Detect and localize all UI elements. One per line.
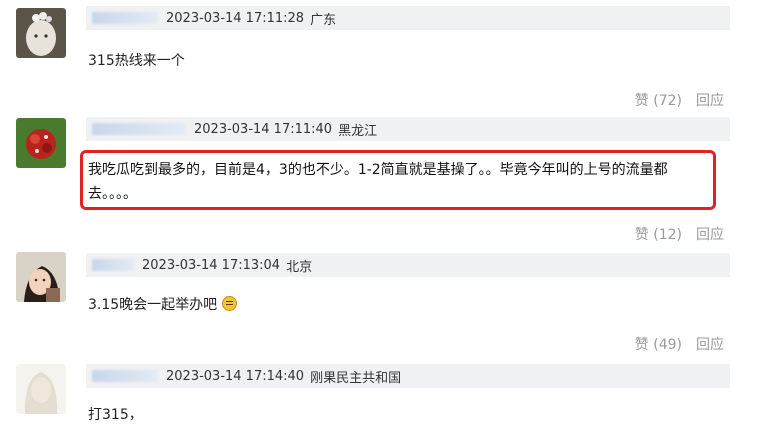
comment-timestamp: 2023-03-14 17:14:40 (166, 368, 305, 384)
comment-text: 315热线来一个 (88, 53, 185, 69)
user-avatar[interactable] (16, 118, 66, 168)
user-avatar[interactable] (16, 252, 66, 302)
comment-location: 刚果民主共和国 (310, 370, 402, 386)
comment-text: 打315， (88, 407, 143, 423)
comment-header: 2023-03-14 17:13:04 北京 (86, 253, 730, 277)
username[interactable] (92, 12, 158, 24)
reply-button[interactable]: 回应 (696, 334, 724, 354)
comment-actions: 赞 (12) 回应 (635, 224, 724, 244)
comment-header: 2023-03-14 17:11:40 黑龙江 (86, 117, 730, 141)
comment-header: 2023-03-14 17:14:40 刚果民主共和国 (86, 364, 730, 388)
username[interactable] (92, 259, 134, 271)
user-avatar[interactable] (16, 364, 66, 414)
comment-timestamp: 2023-03-14 17:11:40 (194, 121, 333, 137)
comment-actions: 赞 (49) 回应 (635, 334, 724, 354)
comment-timestamp: 2023-03-14 17:11:28 (166, 10, 305, 26)
reply-button[interactable]: 回应 (696, 224, 724, 244)
grimace-emoji-icon (221, 296, 237, 311)
comment-text-row: 3.15晚会一起举办吧 (88, 294, 237, 314)
comment-actions: 赞 (72) 回应 (635, 90, 724, 110)
comment-text: 3.15晚会一起举办吧 (88, 297, 218, 313)
like-button[interactable]: 赞 (72) (635, 90, 682, 110)
comment-location: 北京 (286, 259, 313, 275)
username[interactable] (92, 123, 186, 135)
comment-location: 黑龙江 (338, 123, 378, 139)
comment-text: 我吃瓜吃到最多的，目前是4，3的也不少。1-2简直就是基操了。。毕竟今年叫的上号… (88, 162, 668, 202)
like-button[interactable]: 赞 (12) (635, 224, 682, 244)
comment-timestamp: 2023-03-14 17:13:04 (142, 257, 281, 273)
username[interactable] (92, 370, 158, 382)
comment-location: 广东 (310, 12, 337, 28)
like-button[interactable]: 赞 (49) (635, 334, 682, 354)
comment-header: 2023-03-14 17:11:28 广东 (86, 6, 730, 30)
reply-button[interactable]: 回应 (696, 90, 724, 110)
user-avatar[interactable] (16, 8, 66, 58)
